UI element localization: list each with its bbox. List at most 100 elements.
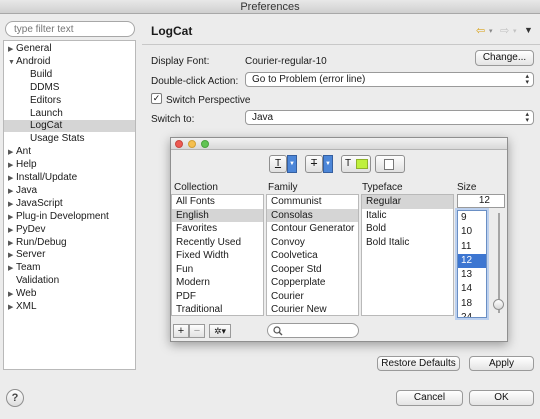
disclosure-closed-icon[interactable]: ▶ (8, 147, 16, 159)
text-color-dropdown-icon[interactable]: ▼ (287, 155, 297, 173)
disclosure-closed-icon[interactable]: ▶ (8, 263, 16, 275)
size-list-item[interactable]: 14 (458, 282, 486, 296)
collection-list-item[interactable]: English (172, 208, 263, 222)
sidebar-item-label: LogCat (30, 120, 63, 132)
sidebar-item-team[interactable]: ▶ Team (4, 262, 135, 274)
collection-list-item[interactable]: Favorites (172, 222, 263, 236)
sidebar-item-javascript[interactable]: ▶ JavaScript (4, 198, 135, 210)
disclosure-closed-icon[interactable]: ▶ (8, 199, 16, 211)
restore-defaults-button[interactable]: Restore Defaults (377, 356, 460, 371)
typeface-list-item[interactable]: Regular (362, 195, 453, 209)
view-menu-icon[interactable]: ▼ (524, 25, 533, 35)
remove-collection-button[interactable]: − (189, 324, 205, 338)
collection-list-item[interactable]: Traditional (172, 303, 263, 315)
collection-list-item[interactable]: All Fonts (172, 195, 263, 209)
change-font-button[interactable]: Change... (475, 50, 534, 66)
sidebar-item-label: Help (16, 159, 37, 171)
disclosure-closed-icon[interactable]: ▶ (8, 250, 16, 262)
sidebar-item-validation[interactable]: Validation (4, 275, 135, 287)
family-list-item[interactable]: Courier New (267, 303, 358, 315)
collection-list-item[interactable]: Fun (172, 263, 263, 277)
size-list-item[interactable]: 11 (458, 240, 486, 254)
collection-list-item[interactable]: Fixed Width (172, 249, 263, 263)
sidebar-item-build[interactable]: Build (4, 69, 135, 81)
document-color-button[interactable]: T (341, 155, 371, 173)
sidebar-item-launch[interactable]: Launch (4, 108, 135, 120)
family-list-item[interactable]: Courier (267, 290, 358, 304)
help-button[interactable]: ? (6, 389, 24, 407)
sidebar-item-help[interactable]: ▶ Help (4, 159, 135, 171)
double-click-action-select[interactable]: Go to Problem (error line) ▴ ▾ (245, 72, 534, 87)
back-menu-icon[interactable]: ▾ (489, 27, 493, 35)
collection-list-item[interactable]: PDF (172, 290, 263, 304)
sidebar-item-android[interactable]: ▼Android (4, 56, 135, 68)
sidebar-item-pydev[interactable]: ▶ PyDev (4, 224, 135, 236)
family-list-item[interactable]: Convoy (267, 236, 358, 250)
disclosure-closed-icon[interactable]: ▶ (8, 186, 16, 198)
close-icon[interactable] (175, 140, 183, 148)
disclosure-closed-icon[interactable]: ▶ (8, 44, 16, 56)
sidebar-item-plug-in-development[interactable]: ▶ Plug-in Development (4, 211, 135, 223)
size-list-item[interactable]: 9 (458, 211, 486, 225)
collection-list-item[interactable]: Recently Used (172, 236, 263, 250)
sidebar-item-label: Server (16, 249, 46, 261)
family-list-item[interactable]: Coolvetica (267, 249, 358, 263)
collection-list-item[interactable]: Modern (172, 276, 263, 290)
family-list-item[interactable]: Consolas (267, 208, 358, 222)
disclosure-closed-icon[interactable]: ▶ (8, 289, 16, 301)
family-list-item[interactable]: Cooper Std (267, 263, 358, 277)
minimize-icon[interactable] (188, 140, 196, 148)
size-list: 9 10 11 12 13 14 18 24 (457, 210, 487, 318)
typeface-list-item[interactable]: Bold Italic (362, 236, 453, 250)
size-input[interactable]: 12 (457, 194, 505, 208)
family-list-item[interactable]: Copperplate (267, 276, 358, 290)
sidebar-item-ddms[interactable]: DDMS (4, 82, 135, 94)
size-list-item[interactable]: 18 (458, 297, 486, 311)
document-button[interactable] (375, 155, 405, 173)
sidebar-item-run-debug[interactable]: ▶ Run/Debug (4, 237, 135, 249)
ok-button[interactable]: OK (469, 390, 534, 406)
sidebar-item-server[interactable]: ▶ Server (4, 249, 135, 261)
sidebar-item-general[interactable]: ▶ General (4, 43, 135, 55)
add-collection-button[interactable]: + (173, 324, 189, 338)
font-search-field[interactable] (267, 323, 359, 338)
typeface-list-item[interactable]: Bold (362, 222, 453, 236)
sidebar-item-install-update[interactable]: ▶ Install/Update (4, 172, 135, 184)
size-slider-knob[interactable] (493, 299, 504, 310)
sidebar-item-xml[interactable]: ▶ XML (4, 301, 135, 313)
filter-input[interactable] (5, 21, 135, 37)
disclosure-closed-icon[interactable]: ▶ (8, 173, 16, 185)
apply-button[interactable]: Apply (469, 356, 534, 371)
family-list-item[interactable]: Contour Generator (267, 222, 358, 236)
sidebar-item-usage-stats[interactable]: Usage Stats (4, 133, 135, 145)
size-list-item[interactable]: 10 (458, 225, 486, 239)
sidebar-item-ant[interactable]: ▶ Ant (4, 146, 135, 158)
typeface-list-item[interactable]: Italic (362, 209, 453, 223)
size-list-item[interactable]: 12 (458, 253, 486, 269)
switch-perspective-checkbox[interactable]: ✓ (151, 93, 162, 104)
forward-arrow-icon[interactable]: ⇨ (500, 24, 509, 37)
disclosure-closed-icon[interactable]: ▶ (8, 238, 16, 250)
size-list-item[interactable]: 13 (458, 268, 486, 282)
sidebar-item-label: Team (16, 262, 41, 274)
action-menu-button[interactable]: ✲▾ (209, 324, 231, 338)
disclosure-closed-icon[interactable]: ▶ (8, 212, 16, 224)
cancel-button[interactable]: Cancel (396, 390, 463, 406)
strikethrough-button[interactable]: T (305, 155, 323, 173)
switch-to-select[interactable]: Java ▴ ▾ (245, 110, 534, 125)
text-color-button[interactable]: T (269, 155, 287, 173)
family-list-item[interactable]: Communist (267, 195, 358, 209)
strikethrough-dropdown-icon[interactable]: ▼ (323, 155, 333, 173)
back-arrow-icon[interactable]: ⇦ (476, 24, 485, 37)
sidebar-item-web[interactable]: ▶ Web (4, 288, 135, 300)
disclosure-closed-icon[interactable]: ▶ (8, 225, 16, 237)
sidebar-item-editors[interactable]: Editors (4, 95, 135, 107)
sidebar-item-logcat[interactable]: LogCat (4, 120, 135, 133)
disclosure-closed-icon[interactable]: ▶ (8, 160, 16, 172)
forward-menu-icon[interactable]: ▾ (513, 27, 517, 35)
sidebar-item-java[interactable]: ▶ Java (4, 185, 135, 197)
size-list-item[interactable]: 24 (458, 311, 486, 317)
disclosure-open-icon[interactable]: ▼ (8, 57, 16, 69)
disclosure-closed-icon[interactable]: ▶ (8, 302, 16, 314)
zoom-icon[interactable] (201, 140, 209, 148)
